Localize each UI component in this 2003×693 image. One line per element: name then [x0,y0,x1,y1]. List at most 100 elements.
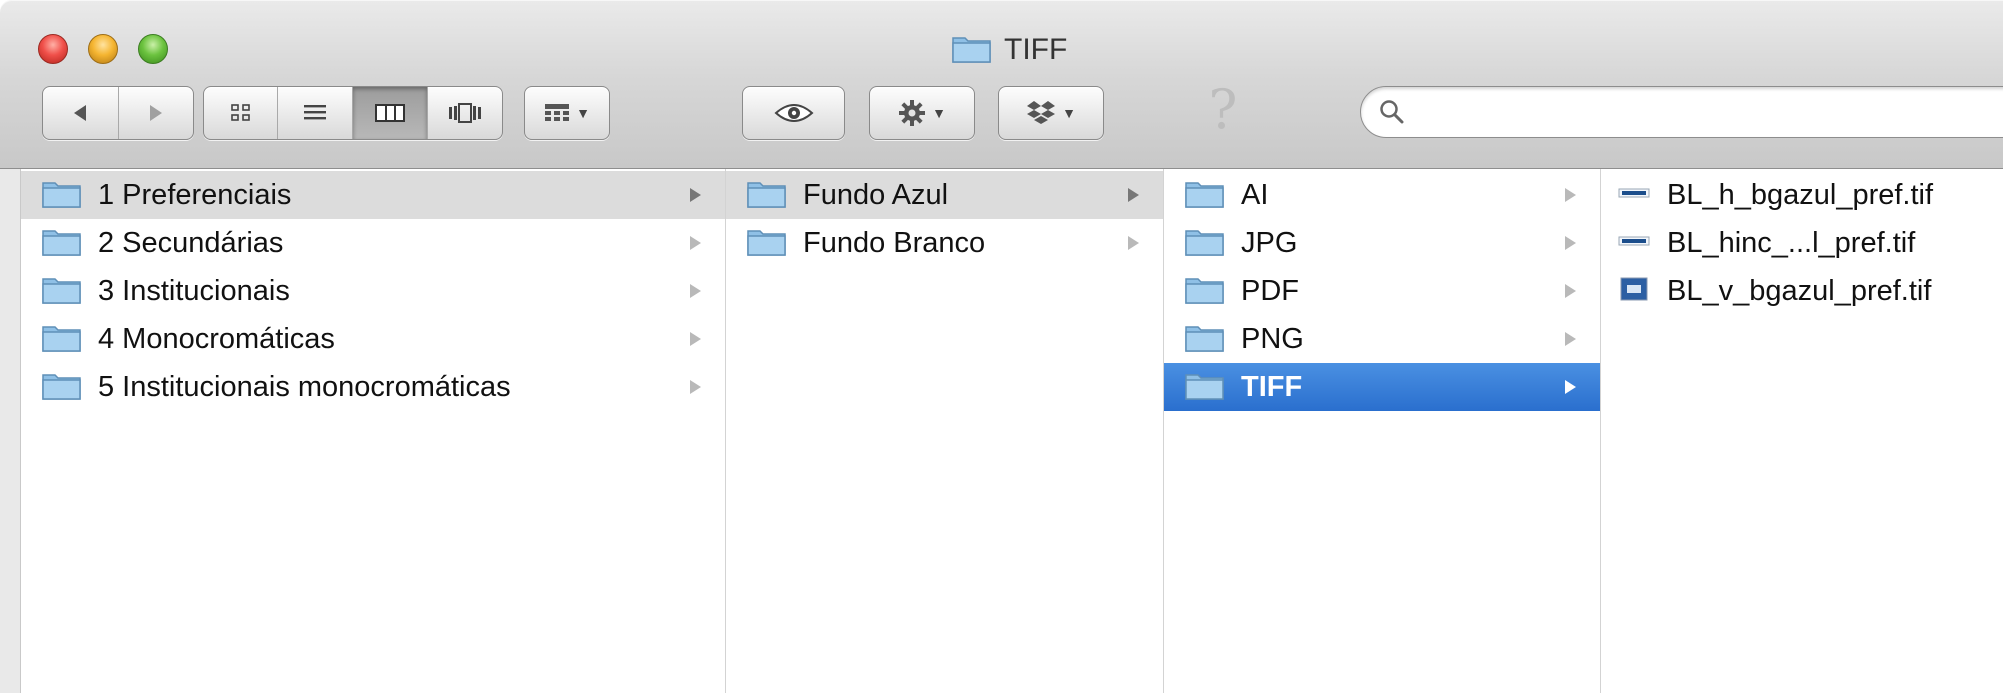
folder-row[interactable]: JPG [1164,219,1600,267]
folder-icon [1185,226,1225,261]
folder-row[interactable]: AI [1164,171,1600,219]
folder-name: 4 Monocromáticas [98,322,335,355]
disclosure-arrow-icon [690,188,701,202]
folder-row[interactable]: PNG [1164,315,1600,363]
folder-name: 2 Secundárias [98,226,284,259]
folder-name: TIFF [1241,370,1303,403]
disclosure-arrow-icon [1565,236,1576,250]
folder-icon [1185,370,1225,405]
back-arrow-icon [74,105,87,121]
folder-name: JPG [1241,226,1298,259]
list-view-button[interactable] [278,87,353,139]
folder-icon [747,226,787,261]
folder-icon [952,33,992,68]
disclosure-arrow-icon [690,380,701,394]
arrange-menu-button[interactable]: ▼ [524,86,610,140]
folder-name: 5 Institucionais monocromáticas [98,370,511,403]
folder-row[interactable]: PDF [1164,267,1600,315]
disclosure-arrow-icon [690,284,701,298]
minimize-window-button[interactable] [88,34,118,64]
icon-view-icon [230,104,250,121]
folder-row[interactable]: Fundo Azul [726,171,1163,219]
folder-name: Fundo Branco [803,226,986,259]
disclosure-arrow-icon [1128,236,1139,250]
disclosure-arrow-icon [1128,188,1139,202]
column-1: 1 Preferenciais 2 Secundárias 3 Instituc… [21,169,726,693]
folder-icon [1185,322,1225,357]
folder-name: 1 Preferenciais [98,178,292,211]
folder-icon [747,178,787,213]
column-view-icon [374,104,405,122]
folder-row[interactable]: 1 Preferenciais [21,171,725,219]
search-icon [1380,100,1404,124]
column-view-button[interactable] [352,87,428,139]
folder-row[interactable]: 3 Institucionais [21,267,725,315]
window-left-edge [0,169,21,693]
back-button[interactable] [43,87,119,139]
folder-name: PNG [1241,322,1304,355]
column-2: Fundo Azul Fundo Branco [726,169,1164,693]
close-window-button[interactable] [38,34,68,64]
cover-flow-view-button[interactable] [428,87,502,139]
horizontal-logo-file-icon [1617,226,1651,261]
window-title: TIFF [952,30,1067,70]
cover-flow-icon [448,103,481,123]
file-row[interactable]: BL_hinc_...l_pref.tif [1601,219,2003,267]
forward-arrow-icon [149,105,162,121]
chevron-down-icon: ▼ [1062,105,1076,121]
finder-window: TIFF ▼ ▼ ▼ ? 1 Preferenciais 2 Secundári… [0,0,2003,693]
dropbox-menu-button[interactable]: ▼ [998,86,1104,140]
horizontal-logo-file-icon [1617,178,1651,213]
gear-icon [899,100,926,126]
icon-view-button[interactable] [204,87,279,139]
folder-name: AI [1241,178,1269,211]
folder-icon [42,178,82,213]
search-field[interactable] [1360,86,2003,138]
disclosure-arrow-icon [1565,284,1576,298]
disclosure-arrow-icon [690,236,701,250]
list-view-icon [303,105,326,120]
folder-row[interactable]: 2 Secundárias [21,219,725,267]
chevron-down-icon: ▼ [932,105,946,121]
dropbox-icon [1027,101,1056,124]
folder-name: PDF [1241,274,1299,307]
column-3: AI JPG PDF PNG TIFF [1164,169,1601,693]
vertical-logo-file-icon [1617,274,1651,309]
folder-name: 3 Institucionais [98,274,290,307]
zoom-window-button[interactable] [138,34,168,64]
file-row[interactable]: BL_v_bgazul_pref.tif [1601,267,2003,315]
folder-icon [1185,178,1225,213]
file-name: BL_h_bgazul_pref.tif [1667,178,1934,211]
folder-icon [1185,274,1225,309]
file-row[interactable]: BL_h_bgazul_pref.tif [1601,171,2003,219]
disclosure-arrow-icon [1565,332,1576,346]
file-name: BL_hinc_...l_pref.tif [1667,226,1916,259]
forward-button[interactable] [119,87,194,139]
folder-row-selected[interactable]: TIFF [1164,363,1600,411]
folder-icon [42,226,82,261]
chevron-down-icon: ▼ [576,105,590,121]
folder-name: Fundo Azul [803,178,949,211]
folder-row[interactable]: 5 Institucionais monocromáticas [21,363,725,411]
quick-look-button[interactable] [742,86,845,140]
eye-icon [773,104,814,122]
folder-icon [42,322,82,357]
column-4: BL_h_bgazul_pref.tif BL_hinc_...l_pref.t… [1601,169,2003,693]
back-forward-control [42,86,194,140]
search-input[interactable] [1417,95,2003,129]
folder-icon [42,370,82,405]
window-title-text: TIFF [1004,33,1068,66]
disclosure-arrow-icon [1565,380,1576,394]
folder-row[interactable]: Fundo Branco [726,219,1163,267]
column-browser: 1 Preferenciais 2 Secundárias 3 Instituc… [0,169,2003,693]
action-menu-button[interactable]: ▼ [869,86,975,140]
window-toolbar: TIFF ▼ ▼ ▼ ? [0,0,2003,169]
arrange-grid-icon [545,104,570,121]
view-mode-control [203,86,503,140]
file-name: BL_v_bgazul_pref.tif [1667,274,1932,307]
disclosure-arrow-icon [1565,188,1576,202]
folder-icon [42,274,82,309]
disclosure-arrow-icon [690,332,701,346]
folder-row[interactable]: 4 Monocromáticas [21,315,725,363]
help-question-icon[interactable]: ? [1203,80,1243,140]
